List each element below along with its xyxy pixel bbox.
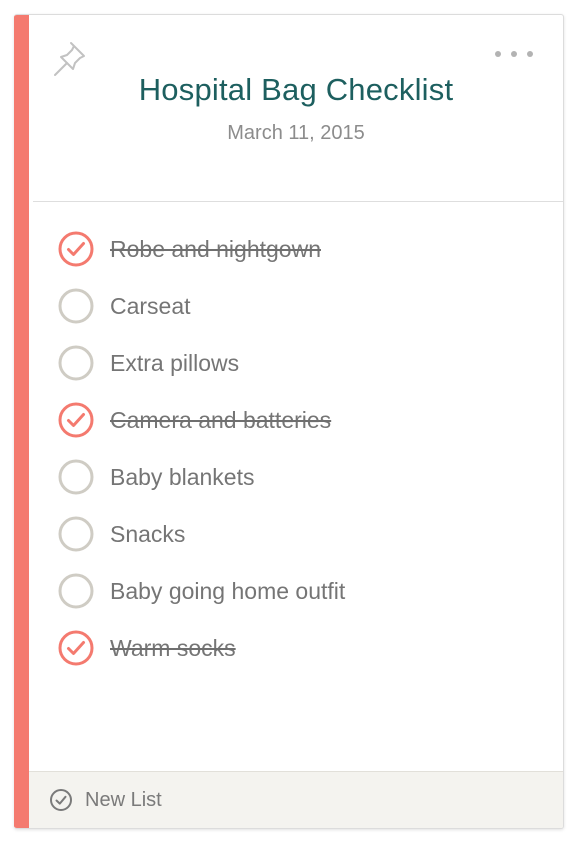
checklist-item-label: Robe and nightgown [110,235,321,262]
checklist-item-label: Warm socks [110,634,236,661]
more-options-icon[interactable] [495,45,533,63]
accent-bar [14,15,29,828]
checklist-item-label: Snacks [110,520,186,547]
divider [33,201,563,202]
unchecked-circle-icon[interactable] [58,345,94,381]
checked-circle-icon[interactable] [58,231,94,267]
checklist-item[interactable]: Carseat [58,286,191,326]
checklist-item-label: Baby blankets [110,463,255,490]
checklist-item[interactable]: Baby going home outfit [58,571,345,611]
unchecked-circle-icon[interactable] [58,459,94,495]
checklist-item[interactable]: Baby blankets [58,457,254,497]
unchecked-circle-icon[interactable] [58,288,94,324]
checklist-item[interactable]: Extra pillows [58,343,239,383]
checked-circle-icon[interactable] [58,402,94,438]
unchecked-circle-icon[interactable] [58,516,94,552]
checklist-item-label: Extra pillows [110,349,240,376]
footer-bar: New List [29,771,563,828]
checklist-item-label: Baby going home outfit [110,577,346,604]
checklist-item-label: Carseat [110,292,191,319]
new-list-label: New List [85,788,162,811]
new-list-button[interactable]: New List [49,788,162,812]
note-date: March 11, 2015 [227,122,365,144]
checklist-item[interactable]: Snacks [58,514,185,554]
checklist-item[interactable]: Warm socks [58,628,236,668]
note-card: Hospital Bag Checklist March 11, 2015 Ro… [14,14,564,829]
more-dot-icon [495,51,501,57]
checklist-item[interactable]: Camera and batteries [58,400,331,440]
checklist-item-label: Camera and batteries [110,406,332,433]
note-title[interactable]: Hospital Bag Checklist [29,72,563,108]
checked-circle-icon[interactable] [58,630,94,666]
check-circle-icon [50,789,72,811]
more-dot-icon [527,51,533,57]
more-dot-icon [511,51,517,57]
checklist-item[interactable]: Robe and nightgown [58,229,321,269]
unchecked-circle-icon[interactable] [58,573,94,609]
